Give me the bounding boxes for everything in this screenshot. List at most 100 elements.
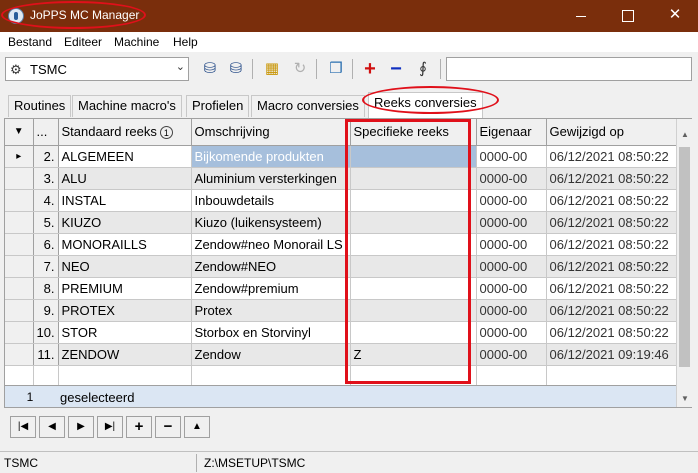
last-record-button[interactable]: ▶| [97, 416, 123, 438]
cell-owner[interactable]: 0000-00 [476, 167, 547, 190]
cell-description[interactable]: Protex [191, 299, 351, 322]
row-number[interactable]: 9. [33, 299, 59, 322]
table-row[interactable]: ▸ 2. ALGEMEEN Bijkomende produkten 0000-00 06… [5, 145, 677, 168]
cell-description[interactable]: Zendow#neo Monorail LS [191, 233, 351, 256]
cell-modified[interactable]: 06/12/2021 08:50:22 [546, 167, 677, 190]
table-row[interactable]: 6. MONORAILLS Zendow#neo Monorail LS 0000-0… [5, 233, 677, 256]
row-number[interactable]: 2. [33, 145, 59, 168]
row-indicator [5, 277, 34, 300]
row-number[interactable]: 10. [33, 321, 59, 344]
header-nr[interactable]: ... [33, 119, 59, 146]
cell-owner[interactable]: 0000-00 [476, 255, 547, 278]
row-number[interactable]: 8. [33, 277, 59, 300]
tab-macro-conversies[interactable]: Macro conversies [251, 95, 365, 117]
table-row[interactable]: 5. KIUZO Kiuzo (luikensysteem) 0000-00 06/12… [5, 211, 677, 234]
cell-standard[interactable]: ZENDOW [58, 343, 192, 366]
scroll-thumb[interactable] [679, 147, 690, 367]
add-icon[interactable]: + [360, 59, 380, 79]
edit-record-button[interactable]: ▲ [184, 416, 210, 438]
table-row[interactable]: 9. PROTEX Protex 0000-00 06/12/2021 08:50:22 [5, 299, 677, 322]
cell-owner[interactable]: 0000-00 [476, 277, 547, 300]
table-row[interactable]: 4. INSTAL Inbouwdetails 0000-00 06/12/2021 0… [5, 189, 677, 212]
cell-standard[interactable]: KIUZO [58, 211, 192, 234]
import-icon[interactable]: ⛁ [226, 60, 246, 78]
row-number[interactable]: 3. [33, 167, 59, 190]
tab-profielen[interactable]: Profielen [186, 95, 250, 117]
export-icon[interactable]: ⛁ [200, 60, 220, 78]
link-icon[interactable]: ∮ [413, 60, 433, 78]
cell-description[interactable]: Aluminium versterkingen [191, 167, 351, 190]
tree-icon[interactable]: ▦ [262, 60, 282, 78]
cell-modified[interactable]: 06/12/2021 08:50:22 [546, 321, 677, 344]
chevron-down-icon[interactable]: ⌄ [176, 60, 185, 73]
cell-description[interactable]: Zendow#premium [191, 277, 351, 300]
menu-help[interactable]: Help [173, 35, 198, 49]
header-standard[interactable]: Standaard reeks 1 [58, 119, 192, 146]
menu-bestand[interactable]: Bestand [8, 35, 52, 49]
cell-description[interactable]: Inbouwdetails [191, 189, 351, 212]
previous-record-button[interactable]: ◀ [39, 416, 65, 438]
cell-owner[interactable]: 0000-00 [476, 299, 547, 322]
cell-modified[interactable]: 06/12/2021 08:50:22 [546, 277, 677, 300]
delete-record-button[interactable]: − [155, 416, 181, 438]
cell-modified[interactable]: 06/12/2021 08:50:22 [546, 299, 677, 322]
cell-standard[interactable]: MONORAILLS [58, 233, 192, 256]
cell-description[interactable]: Zendow [191, 343, 351, 366]
cell-standard[interactable]: NEO [58, 255, 192, 278]
cell-standard[interactable]: PROTEX [58, 299, 192, 322]
row-number[interactable]: 6. [33, 233, 59, 256]
cell-owner[interactable]: 0000-00 [476, 343, 547, 366]
cell-description[interactable]: Bijkomende produkten [191, 145, 351, 168]
row-number[interactable]: 7. [33, 255, 59, 278]
row-number[interactable]: 5. [33, 211, 59, 234]
tab-machine-macros[interactable]: Machine macro's [72, 95, 182, 117]
header-owner[interactable]: Eigenaar [476, 119, 547, 146]
table-row[interactable]: 8. PREMIUM Zendow#premium 0000-00 06/12/2021… [5, 277, 677, 300]
table-row[interactable]: 3. ALU Aluminium versterkingen 0000-00 06/12… [5, 167, 677, 190]
cell-modified[interactable]: 06/12/2021 08:50:22 [546, 255, 677, 278]
table-row[interactable]: 7. NEO Zendow#NEO 0000-00 06/12/2021 08:50:2… [5, 255, 677, 278]
cell-description[interactable]: Kiuzo (luikensysteem) [191, 211, 351, 234]
maximize-button[interactable] [604, 0, 650, 32]
close-button[interactable]: ✕ [652, 0, 698, 32]
cell-modified[interactable]: 06/12/2021 08:50:22 [546, 233, 677, 256]
insert-record-button[interactable]: + [126, 416, 152, 438]
first-record-button[interactable]: |◀ [10, 416, 36, 438]
cell-modified[interactable]: 06/12/2021 08:50:22 [546, 189, 677, 212]
cell-owner[interactable]: 0000-00 [476, 189, 547, 212]
row-number[interactable]: 11. [33, 343, 59, 366]
menu-machine[interactable]: Machine [114, 35, 159, 49]
table-row[interactable]: 11. ZENDOW Zendow Z 0000-00 06/12/2021 09:19:… [5, 343, 677, 366]
cell-standard[interactable]: ALGEMEEN [58, 145, 192, 168]
remove-icon[interactable]: − [386, 59, 406, 79]
search-input[interactable] [446, 57, 692, 81]
cell-standard[interactable]: INSTAL [58, 189, 192, 212]
table-row[interactable]: 10. STOR Storbox en Storvinyl 0000-00 06/12/… [5, 321, 677, 344]
tab-routines[interactable]: Routines [8, 95, 72, 117]
cell-modified[interactable]: 06/12/2021 08:50:22 [546, 145, 677, 168]
cell-standard[interactable]: ALU [58, 167, 192, 190]
header-description[interactable]: Omschrijving [191, 119, 351, 146]
row-number[interactable]: 4. [33, 189, 59, 212]
cube-icon[interactable]: ❒ [326, 60, 346, 78]
cell-standard[interactable]: PREMIUM [58, 277, 192, 300]
cell-owner[interactable]: 0000-00 [476, 321, 547, 344]
column-menu-button[interactable]: ▼ [5, 119, 34, 146]
cell-description[interactable]: Zendow#NEO [191, 255, 351, 278]
cell-modified[interactable]: 06/12/2021 09:19:46 [546, 343, 677, 366]
scroll-down-icon[interactable]: ▼ [677, 391, 693, 407]
cell-standard[interactable]: STOR [58, 321, 192, 344]
menu-editeer[interactable]: Editeer [64, 35, 102, 49]
scroll-up-icon[interactable]: ▲ [677, 127, 693, 143]
vertical-scrollbar[interactable]: ▲ ▼ [676, 119, 692, 407]
cell-description[interactable]: Storbox en Storvinyl [191, 321, 351, 344]
cell-owner[interactable]: 0000-00 [476, 233, 547, 256]
cell-owner[interactable]: 0000-00 [476, 211, 547, 234]
minimize-button[interactable] [558, 0, 604, 32]
refresh-icon[interactable]: ↻ [290, 60, 310, 78]
header-modified[interactable]: Gewijzigd op [546, 119, 677, 146]
next-record-button[interactable]: ▶ [68, 416, 94, 438]
cell-owner[interactable]: 0000-00 [476, 145, 547, 168]
cell-modified[interactable]: 06/12/2021 08:50:22 [546, 211, 677, 234]
machine-select[interactable]: ⚙ TSMC ⌄ [5, 57, 189, 81]
